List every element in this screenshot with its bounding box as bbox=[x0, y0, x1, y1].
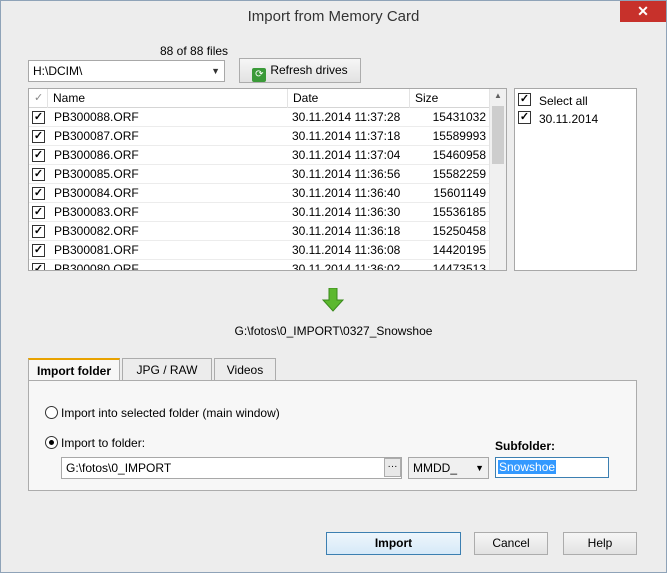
cancel-button[interactable]: Cancel bbox=[474, 532, 548, 555]
date-filter-item[interactable]: ✓ Select all bbox=[515, 92, 636, 110]
file-date: 30.11.2014 11:37:18 bbox=[292, 129, 401, 143]
file-size: 15536185 bbox=[432, 205, 486, 219]
file-list-scrollbar[interactable]: ▲ bbox=[489, 89, 506, 270]
file-name: PB300088.ORF bbox=[54, 110, 139, 124]
table-row[interactable]: ✓ PB300082.ORF 30.11.2014 11:36:18 15250458 bbox=[29, 222, 491, 241]
file-count: 88 of 88 files bbox=[160, 44, 229, 58]
table-row[interactable]: ✓ PB300088.ORF 30.11.2014 11:37:28 15431032 bbox=[29, 108, 491, 127]
table-row[interactable]: ✓ PB300087.ORF 30.11.2014 11:37:18 15589993 bbox=[29, 127, 491, 146]
file-name: PB300087.ORF bbox=[54, 129, 139, 143]
file-name: PB300081.ORF bbox=[54, 243, 139, 257]
chevron-down-icon: ▼ bbox=[211, 66, 220, 76]
file-list-header: ✓ Name Date Size bbox=[29, 89, 491, 108]
subfolder-value: Snowshoe bbox=[498, 460, 557, 474]
file-size: 14420195 bbox=[432, 243, 486, 257]
drive-select-value: H:\DCIM\ bbox=[33, 64, 83, 78]
tab-videos[interactable]: Videos bbox=[214, 358, 276, 380]
row-checkbox[interactable]: ✓ bbox=[32, 206, 45, 219]
row-checkbox[interactable]: ✓ bbox=[32, 244, 45, 257]
radio-import-to-folder[interactable] bbox=[45, 436, 58, 449]
checkmark-icon: ✓ bbox=[34, 92, 44, 104]
refresh-drives-label: Refresh drives bbox=[270, 63, 348, 77]
file-name: PB300082.ORF bbox=[54, 224, 139, 238]
file-date: 30.11.2014 11:37:04 bbox=[292, 148, 401, 162]
title-bar: Import from Memory Card ✕ bbox=[1, 1, 666, 32]
target-path: G:\fotos\0_IMPORT\0327_Snowshoe bbox=[234, 324, 433, 338]
table-row[interactable]: ✓ PB300083.ORF 30.11.2014 11:36:30 15536185 bbox=[29, 203, 491, 222]
date-filter-label: Select all bbox=[539, 94, 588, 108]
refresh-drives-button[interactable]: ⟳ Refresh drives bbox=[239, 58, 361, 83]
date-format-value: MMDD_ bbox=[413, 461, 457, 475]
file-size: 15460958 bbox=[432, 148, 486, 162]
arrow-down-icon bbox=[322, 288, 344, 312]
row-checkbox[interactable]: ✓ bbox=[32, 225, 45, 238]
file-size: 14473513 bbox=[432, 262, 486, 271]
window-title: Import from Memory Card bbox=[247, 8, 420, 25]
column-header-size[interactable]: Size bbox=[410, 89, 491, 108]
row-checkbox[interactable]: ✓ bbox=[32, 111, 45, 124]
table-row[interactable]: ✓ PB300085.ORF 30.11.2014 11:36:56 15582259 bbox=[29, 165, 491, 184]
tab-jpg-raw[interactable]: JPG / RAW bbox=[122, 358, 212, 380]
refresh-icon: ⟳ bbox=[252, 68, 267, 82]
file-date: 30.11.2014 11:37:28 bbox=[292, 110, 401, 124]
browse-button[interactable]: ··· bbox=[384, 458, 401, 477]
table-row[interactable]: ✓ PB300084.ORF 30.11.2014 11:36:40 15601149 bbox=[29, 184, 491, 203]
table-row[interactable]: ✓ PB300081.ORF 30.11.2014 11:36:08 14420195 bbox=[29, 241, 491, 260]
date-filter-label: 30.11.2014 bbox=[539, 112, 599, 126]
drive-select[interactable]: H:\DCIM\ ▼ bbox=[28, 60, 225, 82]
close-button[interactable]: ✕ bbox=[620, 1, 666, 22]
radio-selected-folder[interactable] bbox=[45, 406, 58, 419]
file-list: ✓ Name Date Size ✓ PB300088.ORF 30.11.2014… bbox=[28, 88, 507, 271]
radio-import-to-folder-label[interactable]: Import to folder: bbox=[61, 436, 145, 450]
file-name: PB300080.ORF bbox=[54, 262, 139, 271]
subfolder-input[interactable]: Snowshoe bbox=[495, 457, 609, 478]
row-checkbox[interactable]: ✓ bbox=[32, 263, 45, 270]
file-date: 30.11.2014 11:36:30 bbox=[292, 205, 401, 219]
radio-selected-folder-label[interactable]: Import into selected folder (main window… bbox=[61, 406, 280, 420]
file-name: PB300086.ORF bbox=[54, 148, 139, 162]
scroll-thumb[interactable] bbox=[492, 106, 504, 164]
file-size: 15250458 bbox=[432, 224, 486, 238]
date-filter-checkbox[interactable]: ✓ bbox=[518, 93, 531, 106]
scroll-up-icon[interactable]: ▲ bbox=[494, 91, 502, 100]
file-size: 15601149 bbox=[433, 186, 487, 200]
import-button[interactable]: Import bbox=[326, 532, 461, 555]
chevron-down-icon: ▼ bbox=[475, 463, 484, 473]
file-date: 30.11.2014 11:36:08 bbox=[292, 243, 401, 257]
file-size: 15431032 bbox=[432, 110, 486, 124]
folder-path-input[interactable]: G:\fotos\0_IMPORT bbox=[61, 457, 402, 479]
row-checkbox[interactable]: ✓ bbox=[32, 130, 45, 143]
header-check-column: ✓ bbox=[29, 89, 48, 108]
file-name: PB300083.ORF bbox=[54, 205, 139, 219]
row-checkbox[interactable]: ✓ bbox=[32, 149, 45, 162]
file-date: 30.11.2014 11:36:56 bbox=[292, 167, 401, 181]
file-size: 15582259 bbox=[432, 167, 486, 181]
subfolder-title: Subfolder: bbox=[495, 439, 555, 453]
table-row[interactable]: ✓ PB300086.ORF 30.11.2014 11:37:04 15460958 bbox=[29, 146, 491, 165]
date-filter-list: ✓ Select all ✓ 30.11.2014 bbox=[514, 88, 637, 271]
file-date: 30.11.2014 11:36:02 bbox=[292, 262, 401, 271]
row-checkbox[interactable]: ✓ bbox=[32, 168, 45, 181]
table-row[interactable]: ✓ PB300080.ORF 30.11.2014 11:36:02 14473513 bbox=[29, 260, 491, 271]
file-name: PB300085.ORF bbox=[54, 167, 139, 181]
column-header-name[interactable]: Name bbox=[48, 89, 288, 108]
file-size: 15589993 bbox=[432, 129, 486, 143]
help-button[interactable]: Help bbox=[563, 532, 637, 555]
column-header-date[interactable]: Date bbox=[288, 89, 410, 108]
tab-import-folder[interactable]: Import folder bbox=[28, 358, 120, 381]
date-filter-item[interactable]: ✓ 30.11.2014 bbox=[515, 110, 636, 128]
file-date: 30.11.2014 11:36:18 bbox=[292, 224, 401, 238]
date-filter-checkbox[interactable]: ✓ bbox=[518, 111, 531, 124]
file-name: PB300084.ORF bbox=[54, 186, 139, 200]
date-format-select[interactable]: MMDD_ ▼ bbox=[408, 457, 489, 479]
file-date: 30.11.2014 11:36:40 bbox=[292, 186, 401, 200]
row-checkbox[interactable]: ✓ bbox=[32, 187, 45, 200]
